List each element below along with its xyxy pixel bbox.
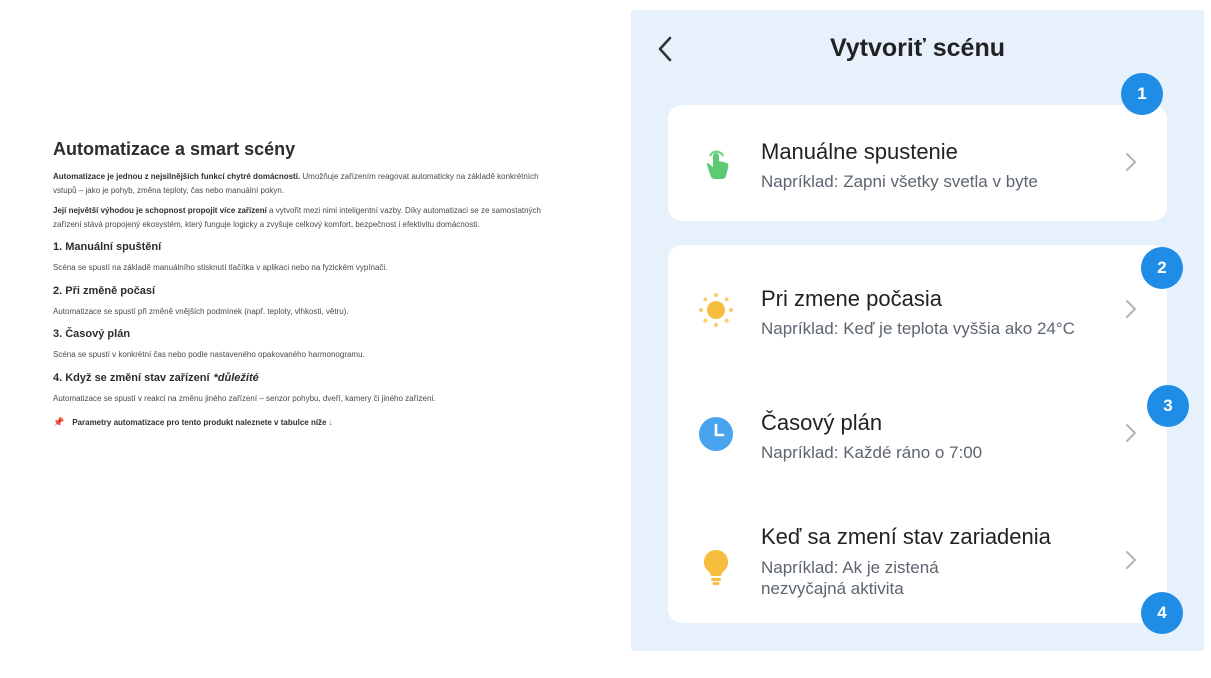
option-device-state[interactable]: Keď sa zmení stav zariadenia Napríklad: … [668, 503, 1167, 618]
intro-paragraph-2: Její největší výhodou je schopnost propo… [53, 204, 548, 231]
intro-2-bold: Její největší výhodou je schopnost propo… [53, 206, 267, 215]
section-heading-4-wrap: 4. Když se změní stav zařízení *důležité [53, 372, 548, 384]
section-text-2: Automatizace se spustí při změně vnějšíc… [53, 306, 349, 316]
down-arrow-icon: ↓ [328, 418, 333, 427]
chevron-right-icon [1124, 549, 1138, 571]
option-subtitle: Napríklad: Ak je zistená nezvyčajná akti… [761, 558, 939, 598]
section-heading-4: 4. Když se změní stav zařízení [53, 371, 210, 384]
section-text-1: Scéna se spustí na základě manuálního st… [53, 263, 388, 272]
page-title: Vytvoriť scénu [830, 34, 1005, 62]
note-text: Parametry automatizace pro tento produkt… [72, 418, 327, 427]
sun-icon [696, 290, 736, 330]
section-text-3: Scéna se spustí v konkrétní čas nebo pod… [53, 350, 365, 359]
option-subtitle: Napríklad: Každé ráno o 7:00 [761, 443, 983, 462]
scene-create-screen: Vytvoriť scénu Manuálne spustenie Naprík… [631, 10, 1204, 651]
article: Automatizace a smart scény Automatizace … [53, 139, 548, 428]
section-heading-1: 1. Manuální spuštění [53, 241, 162, 253]
chevron-right-icon [1124, 298, 1138, 320]
step-badge-2: 2 [1141, 247, 1183, 289]
chevron-right-icon [1124, 151, 1138, 173]
option-title: Časový plán [761, 410, 883, 435]
section-heading-3: 3. Časový plán [53, 328, 131, 340]
card-manual: Manuálne spustenie Napríklad: Zapni všet… [668, 105, 1167, 221]
option-weather[interactable]: Pri zmene počasia Napríklad: Keď je tepl… [668, 255, 1167, 365]
option-title: Pri zmene počasia [761, 286, 942, 311]
intro-1-bold: Automatizace je jednou z nejsilnějších f… [53, 172, 301, 181]
section-text-4: Automatizace se spustí v reakci na změnu… [53, 393, 436, 403]
lightbulb-icon [696, 547, 736, 587]
step-badge-3: 3 [1147, 385, 1189, 427]
option-subtitle: Napríklad: Zapni všetky svetla v byte [761, 172, 1038, 191]
card-conditions: Pri zmene počasia Napríklad: Keď je tepl… [668, 245, 1167, 623]
option-title: Manuálne spustenie [761, 139, 958, 164]
section-heading-2: 2. Při změně počasí [53, 284, 156, 297]
chevron-right-icon [1124, 422, 1138, 444]
table-note: 📌 Parametry automatizace pro tento produ… [53, 417, 548, 428]
intro-paragraph-1: Automatizace je jednou z nejsilnějších f… [53, 170, 548, 197]
pushpin-icon: 📌 [53, 417, 65, 427]
hand-tap-icon [696, 142, 736, 182]
article-title: Automatizace a smart scény [53, 139, 296, 159]
important-label: *důležité [213, 371, 259, 384]
step-badge-1: 1 [1121, 73, 1163, 115]
option-title: Keď sa zmení stav zariadenia [761, 524, 1051, 549]
clock-icon [696, 414, 736, 454]
option-subtitle: Napríklad: Keď je teplota vyššia ako 24°… [761, 319, 1075, 338]
option-schedule[interactable]: Časový plán Napríklad: Každé ráno o 7:00 [668, 379, 1167, 489]
step-badge-4: 4 [1141, 592, 1183, 634]
option-manual[interactable]: Manuálne spustenie Napríklad: Zapni všet… [668, 108, 1167, 218]
